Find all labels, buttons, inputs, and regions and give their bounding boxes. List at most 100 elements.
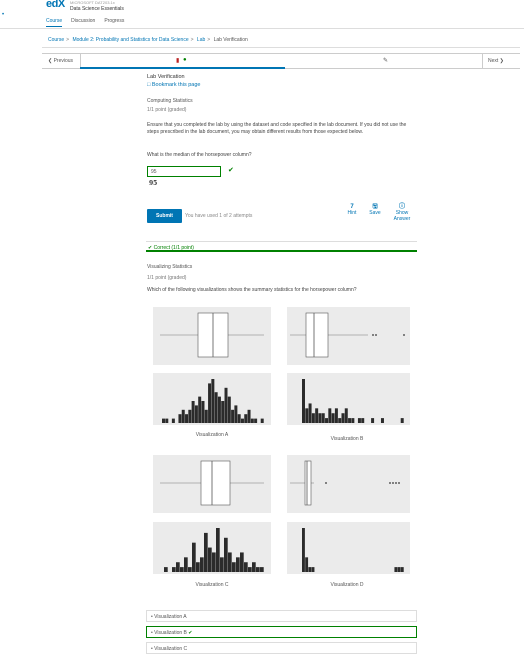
hint-button[interactable]: 7 Hint	[343, 204, 361, 216]
histogram-bar	[211, 379, 215, 423]
histogram-bar	[232, 562, 236, 572]
tab-course[interactable]: Course	[46, 18, 63, 27]
feedback-text: Correct (1/1 point)	[153, 245, 194, 251]
histogram-bar	[185, 414, 189, 423]
bookmark-button[interactable]: □ Bookmark this page	[147, 82, 200, 88]
previous-label: Previous	[53, 58, 74, 64]
viz-b-boxplot	[287, 307, 410, 365]
histogram-bar	[228, 552, 232, 572]
histogram-bar	[341, 413, 345, 423]
histogram-bar	[250, 418, 254, 423]
tab-discussion[interactable]: Discussion	[71, 18, 95, 27]
histogram-bar	[162, 418, 165, 423]
histogram-bar	[231, 409, 235, 423]
problem2-points: 1/1 point (graded)	[147, 275, 187, 281]
histogram-bar	[216, 528, 220, 572]
caption-viz-a: Visualization A	[195, 432, 229, 438]
histogram-bar	[400, 418, 404, 423]
histogram-bar	[184, 557, 188, 572]
submit-button[interactable]: Submit	[147, 209, 182, 223]
histogram-bar	[331, 413, 335, 423]
histogram-bar	[221, 401, 225, 423]
histogram-bar	[357, 418, 361, 423]
check-circle-icon: ●	[183, 57, 187, 63]
check-icon: ✔	[188, 630, 193, 636]
plot-panel	[287, 307, 410, 365]
histogram-bar	[328, 408, 332, 423]
option-label: Visualization B	[154, 630, 187, 636]
course-title: Data Science Essentials	[70, 6, 124, 12]
histogram-bar	[204, 409, 208, 423]
histogram-bar	[201, 401, 205, 423]
histogram-bar	[254, 418, 258, 423]
hint-label: Hint	[347, 210, 357, 216]
show-answer-button[interactable]: ⓘ Show Answer	[392, 204, 412, 222]
nav-separator	[80, 54, 81, 68]
course-org: MICROSOFT DAT203.1x	[70, 0, 115, 5]
histogram-bar	[220, 557, 224, 572]
edit-icon[interactable]: ✎	[383, 57, 388, 64]
caption-viz-d: Visualization D	[330, 582, 364, 588]
bookmark-label: Bookmark this page	[151, 82, 201, 88]
histogram-bar	[236, 557, 240, 572]
histogram-bar	[338, 418, 342, 423]
histogram-bar	[217, 396, 221, 423]
histogram-bar	[252, 562, 256, 572]
viz-a-boxplot	[153, 307, 271, 365]
breadcrumb-course[interactable]: Course	[48, 37, 64, 43]
histogram-bar	[348, 418, 352, 423]
histogram-bar	[240, 552, 244, 572]
histogram-bar	[181, 409, 185, 423]
histogram-bar	[244, 562, 248, 572]
outlier	[398, 482, 400, 484]
outlier	[392, 482, 394, 484]
histogram-bar	[361, 418, 365, 423]
previous-button[interactable]: ❮ Previous	[48, 58, 73, 64]
histogram-bar	[191, 401, 195, 423]
save-button[interactable]: 🖫 Save	[366, 204, 384, 216]
histogram-bar	[380, 418, 384, 423]
histogram-bar	[260, 567, 264, 572]
histogram-bar	[198, 396, 202, 423]
median-answer-input[interactable]: 95	[147, 166, 221, 177]
option-viz-b[interactable]: • Visualization B ✔	[146, 626, 417, 638]
histogram-bar	[305, 557, 309, 572]
histogram-bar	[237, 414, 241, 423]
histogram-bar	[248, 567, 252, 572]
histogram-bar	[192, 542, 196, 572]
histogram-bar	[208, 547, 212, 572]
feedback-correct: ✔ Correct (1/1 point)	[146, 241, 417, 252]
histogram-bar	[318, 413, 322, 423]
option-viz-a[interactable]: • Visualization A	[146, 610, 417, 622]
histogram-bar	[256, 567, 260, 572]
histogram-bar	[227, 396, 231, 423]
next-button[interactable]: Next ❯	[488, 58, 504, 64]
breadcrumb-module[interactable]: Module 2: Probability and Statistics for…	[72, 37, 188, 43]
radio-icon: •	[151, 630, 153, 636]
answer-echo: 95	[149, 180, 158, 187]
histogram-bar	[214, 392, 218, 423]
outlier	[395, 482, 397, 484]
histogram-bar	[180, 567, 184, 572]
problem-unit-icon[interactable]: ▮	[176, 57, 179, 64]
caption-viz-c: Visualization C	[195, 582, 229, 588]
histogram-bar	[305, 408, 309, 423]
histogram-bar	[208, 383, 212, 423]
histogram-bar	[165, 418, 169, 423]
course-tabs: Course Discussion Progress	[46, 18, 124, 27]
tab-progress[interactable]: Progress	[104, 18, 124, 27]
viz-d-histogram	[287, 522, 410, 574]
edx-logo[interactable]: edX	[46, 0, 65, 10]
option-viz-c[interactable]: • Visualization C	[146, 642, 417, 654]
histogram-bar	[188, 409, 192, 423]
problem2-question: Which of the following visualizations sh…	[147, 287, 357, 293]
breadcrumb-lab[interactable]: Lab	[197, 37, 205, 43]
caption-viz-b: Visualization B	[330, 436, 364, 442]
nav-separator	[482, 54, 483, 68]
histogram-bar	[394, 567, 398, 572]
histogram-bar	[311, 567, 315, 572]
histogram-bar	[244, 414, 248, 423]
save-label: Save	[369, 210, 381, 216]
active-unit-indicator	[80, 67, 285, 69]
histogram-bar	[176, 562, 180, 572]
